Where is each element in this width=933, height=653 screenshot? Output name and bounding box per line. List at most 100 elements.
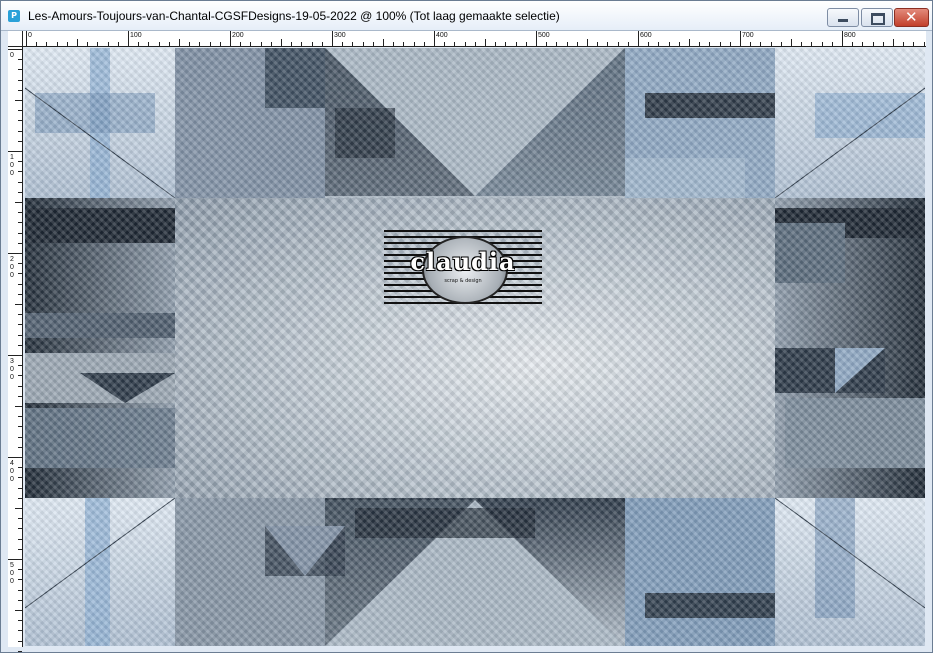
ruler-tick — [18, 110, 22, 112]
ruler-tick — [18, 579, 22, 581]
ruler-tick — [18, 620, 22, 622]
ruler-tick — [587, 39, 588, 46]
minimize-button[interactable] — [827, 8, 859, 27]
ruler-tick — [128, 31, 129, 46]
ruler-tick — [189, 42, 191, 46]
maximize-button[interactable] — [861, 8, 893, 27]
ruler-tick — [199, 42, 201, 46]
ruler-tick — [811, 42, 813, 46]
ruler-tick — [270, 42, 272, 46]
ruler-tick — [15, 202, 22, 203]
ruler-label: 500 — [538, 32, 550, 39]
ruler-tick — [434, 31, 435, 46]
ruler-tick — [18, 467, 22, 469]
ruler-label: 0 — [10, 272, 14, 279]
ruler-tick — [525, 42, 527, 46]
ruler-tick — [801, 42, 803, 46]
ruler-label: 700 — [742, 32, 754, 39]
ruler-tick — [903, 42, 905, 46]
ruler-tick — [423, 42, 425, 46]
ruler-tick — [15, 508, 22, 509]
ruler-label: 0 — [10, 170, 14, 177]
ruler-tick — [862, 42, 864, 46]
ruler-tick — [56, 42, 58, 46]
ruler-tick — [485, 39, 486, 46]
ruler-tick — [729, 42, 731, 46]
ruler-tick — [342, 42, 344, 46]
ruler-tick — [18, 222, 22, 224]
ruler-tick — [18, 293, 22, 295]
ruler-tick — [893, 39, 894, 46]
ruler-tick — [18, 120, 22, 122]
image-canvas[interactable]: claudia scrap & design — [25, 48, 925, 646]
ruler-tick — [148, 42, 150, 46]
horizontal-ruler[interactable]: 0 100 200 300 400 500 600 700 800 — [22, 31, 926, 47]
ruler-tick — [617, 42, 619, 46]
ruler-tick — [709, 42, 711, 46]
ruler-label: 200 — [232, 32, 244, 39]
ruler-tick — [18, 518, 22, 520]
ruler-tick — [36, 42, 38, 46]
app-icon: P — [8, 10, 20, 22]
ruler-tick — [301, 42, 303, 46]
ruler-tick — [18, 140, 22, 142]
ruler-tick — [281, 39, 282, 46]
ruler-tick — [18, 477, 22, 479]
ruler-tick — [18, 191, 22, 193]
ruler-label: 100 — [130, 32, 142, 39]
ruler-tick — [8, 457, 22, 458]
ruler-tick — [566, 42, 568, 46]
ruler-tick — [760, 42, 762, 46]
ruler-tick — [8, 355, 22, 356]
ruler-tick — [536, 31, 537, 46]
ruler-tick — [18, 395, 22, 397]
close-icon: ✕ — [905, 8, 918, 26]
ruler-tick — [852, 42, 854, 46]
ruler-tick — [638, 31, 639, 46]
ruler-tick — [18, 283, 22, 285]
ruler-label: 1 — [10, 154, 14, 161]
ruler-tick — [719, 42, 721, 46]
ruler-tick — [18, 59, 22, 61]
ruler-tick — [87, 42, 89, 46]
ruler-tick — [740, 31, 741, 46]
ruler-tick — [872, 42, 874, 46]
ruler-tick — [18, 69, 22, 71]
ruler-tick — [546, 42, 548, 46]
vertical-ruler[interactable]: 0100200300400500 — [8, 46, 23, 652]
ruler-tick — [913, 42, 915, 46]
ruler-tick — [18, 365, 22, 367]
ruler-tick — [18, 650, 22, 652]
ruler-tick — [18, 171, 22, 173]
title-bar[interactable]: P Les-Amours-Toujours-van-Chantal-CGSFDe… — [1, 1, 932, 31]
ruler-tick — [18, 212, 22, 214]
ruler-tick — [842, 31, 843, 46]
ruler-tick — [444, 42, 446, 46]
ruler-tick — [26, 31, 27, 46]
logo-subtext: scrap & design — [444, 278, 482, 284]
ruler-tick — [750, 42, 752, 46]
ruler-tick — [209, 42, 211, 46]
ruler-tick — [138, 42, 140, 46]
ruler-tick — [791, 39, 792, 46]
ruler-tick — [18, 426, 22, 428]
ruler-tick — [107, 42, 109, 46]
ruler-tick — [576, 42, 578, 46]
ruler-tick — [18, 375, 22, 377]
ruler-tick — [474, 42, 476, 46]
close-button[interactable]: ✕ — [894, 8, 929, 27]
ruler-tick — [372, 42, 374, 46]
ruler-label: 0 — [10, 52, 14, 59]
ruler-tick — [18, 263, 22, 265]
ruler-tick — [219, 42, 221, 46]
ruler-tick — [362, 42, 364, 46]
ruler-label: 0 — [10, 468, 14, 475]
ruler-tick — [454, 42, 456, 46]
ruler-tick — [658, 42, 660, 46]
ruler-tick — [15, 100, 22, 101]
logo-text: claudia — [410, 247, 516, 276]
minimize-icon — [838, 19, 848, 22]
ruler-tick — [18, 344, 22, 346]
ruler-tick — [179, 39, 180, 46]
ruler-tick — [18, 314, 22, 316]
